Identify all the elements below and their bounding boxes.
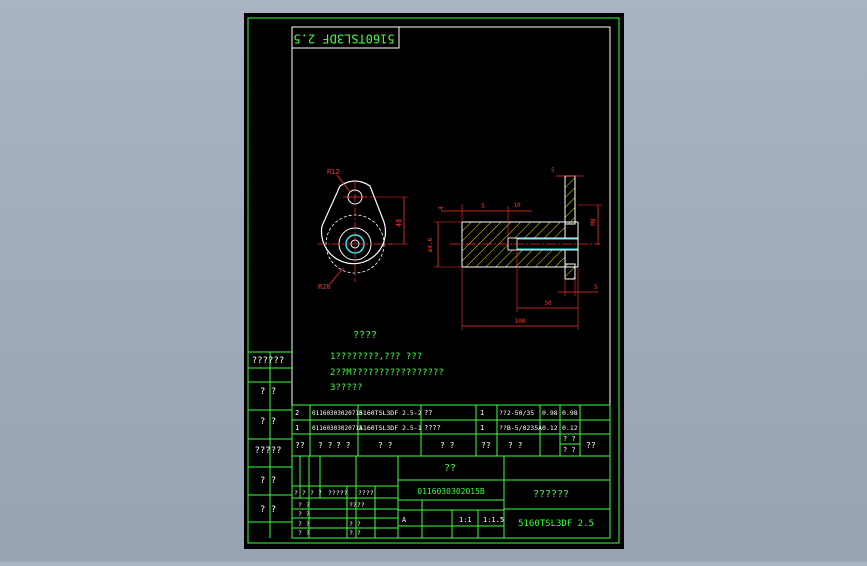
- title-material: ??: [444, 463, 456, 474]
- bom-header-3: ? ?: [378, 441, 393, 450]
- left-strip-2: ? ?: [260, 417, 276, 427]
- title-label-mid-1: ? ?: [349, 520, 361, 528]
- title-label-mid-2: ? ?: [349, 529, 361, 537]
- notes-line-3: 3?????: [330, 383, 363, 393]
- notes-heading: ????: [353, 330, 377, 341]
- flange-radius-bottom: R28: [318, 283, 331, 291]
- title-label-0: ? ?: [294, 489, 306, 497]
- title-part-name: ??????: [533, 489, 569, 500]
- left-strip-0: ??????: [252, 356, 285, 366]
- cad-viewport[interactable]: 5160TSL3DF 2.5 ?????? ? ? ? ? ???? ? ? ? …: [0, 0, 867, 562]
- bom-row1-col0: 2: [295, 409, 299, 417]
- bom-header-6: ? ?: [508, 441, 523, 450]
- drawing-sheet: [244, 13, 624, 549]
- bom-header-2: ? ?: [336, 441, 351, 450]
- shaft-dim-fifty: 50: [544, 300, 552, 307]
- bom-row2-col1: 0116030302071A: [312, 425, 363, 432]
- title-label-4: ? ?: [298, 501, 310, 509]
- notes-line-2: 2??M?????????????????: [330, 368, 444, 378]
- bom-header-9: ??: [586, 441, 596, 450]
- bom-row2-col6: 0.12: [542, 424, 558, 432]
- bom-header-4: ? ?: [440, 441, 455, 450]
- bom-row1-col4: 1: [480, 409, 484, 417]
- bom-row1-col5: ??2-50/35: [499, 409, 534, 417]
- bom-row2-col3: ????: [424, 424, 441, 432]
- title-label-7: ? ?: [298, 529, 310, 537]
- shaft-dim-ten: 10: [513, 202, 521, 209]
- shaft-dim-top-small: 5: [551, 167, 555, 174]
- shaft-dim-left-dia: ø4.6: [427, 237, 434, 252]
- left-strip-5: ? ?: [260, 505, 276, 515]
- bom-row2-col0: 1: [295, 424, 299, 432]
- bom-header-7: ? ?: [563, 435, 576, 443]
- notes-line-1: 1????????,??? ???: [330, 352, 422, 362]
- bom-row1-col2: 5160TSL3DF 2.5-2: [359, 409, 422, 417]
- title-label-mid-0: ????: [349, 501, 365, 509]
- title-scale-b: 1:1.5: [483, 516, 504, 524]
- title-label-5: ? ?: [298, 510, 310, 518]
- shaft-dim-hundred: 100: [515, 318, 526, 325]
- bom-row2-col2: 5160TSL3DF 2.5-1: [359, 424, 422, 432]
- bom-header-8: ? ?: [563, 446, 576, 454]
- title-label-1: ? ?: [310, 489, 322, 497]
- bom-row1-col7: 0.98: [562, 409, 578, 417]
- shaft-dim-small-right: 5: [594, 284, 598, 291]
- title-label-3: ????: [358, 489, 374, 497]
- title-label-6: ? ?: [298, 520, 310, 528]
- flange-radius-top: R12: [327, 168, 340, 176]
- left-strip-3: ?????: [254, 446, 281, 456]
- left-strip-4: ? ?: [260, 476, 276, 486]
- title-model: 5160TSL3DF 2.5: [518, 519, 594, 529]
- title-drawing-number: 0116030302015B: [417, 487, 485, 496]
- shaft-dim-five: 5: [481, 203, 485, 210]
- flange-height-dim: 48: [395, 219, 403, 227]
- bom-header-0: ??: [295, 441, 305, 450]
- bom-row1-col1: 0116030302071B: [312, 410, 363, 417]
- bom-row2-col4: 1: [480, 424, 484, 432]
- shaft-dim-vertical-right: M8: [590, 218, 597, 226]
- title-label-2: ?????: [328, 489, 348, 497]
- left-strip-1: ? ?: [260, 387, 276, 397]
- bom-header-1: ? ?: [318, 441, 333, 450]
- rotated-code-label: 5160TSL3DF 2.5: [293, 32, 394, 46]
- bom-row2-col5: ??B-5/0235A: [499, 424, 542, 432]
- bom-row2-col7: 0.12: [562, 424, 578, 432]
- bom-header-5: ??: [481, 441, 491, 450]
- shaft-dim-small-left: 4: [438, 206, 445, 210]
- bom-row1-col3: ??: [424, 409, 432, 417]
- title-scale-a: 1:1: [459, 516, 472, 524]
- bom-row1-col6: 0.98: [542, 409, 558, 417]
